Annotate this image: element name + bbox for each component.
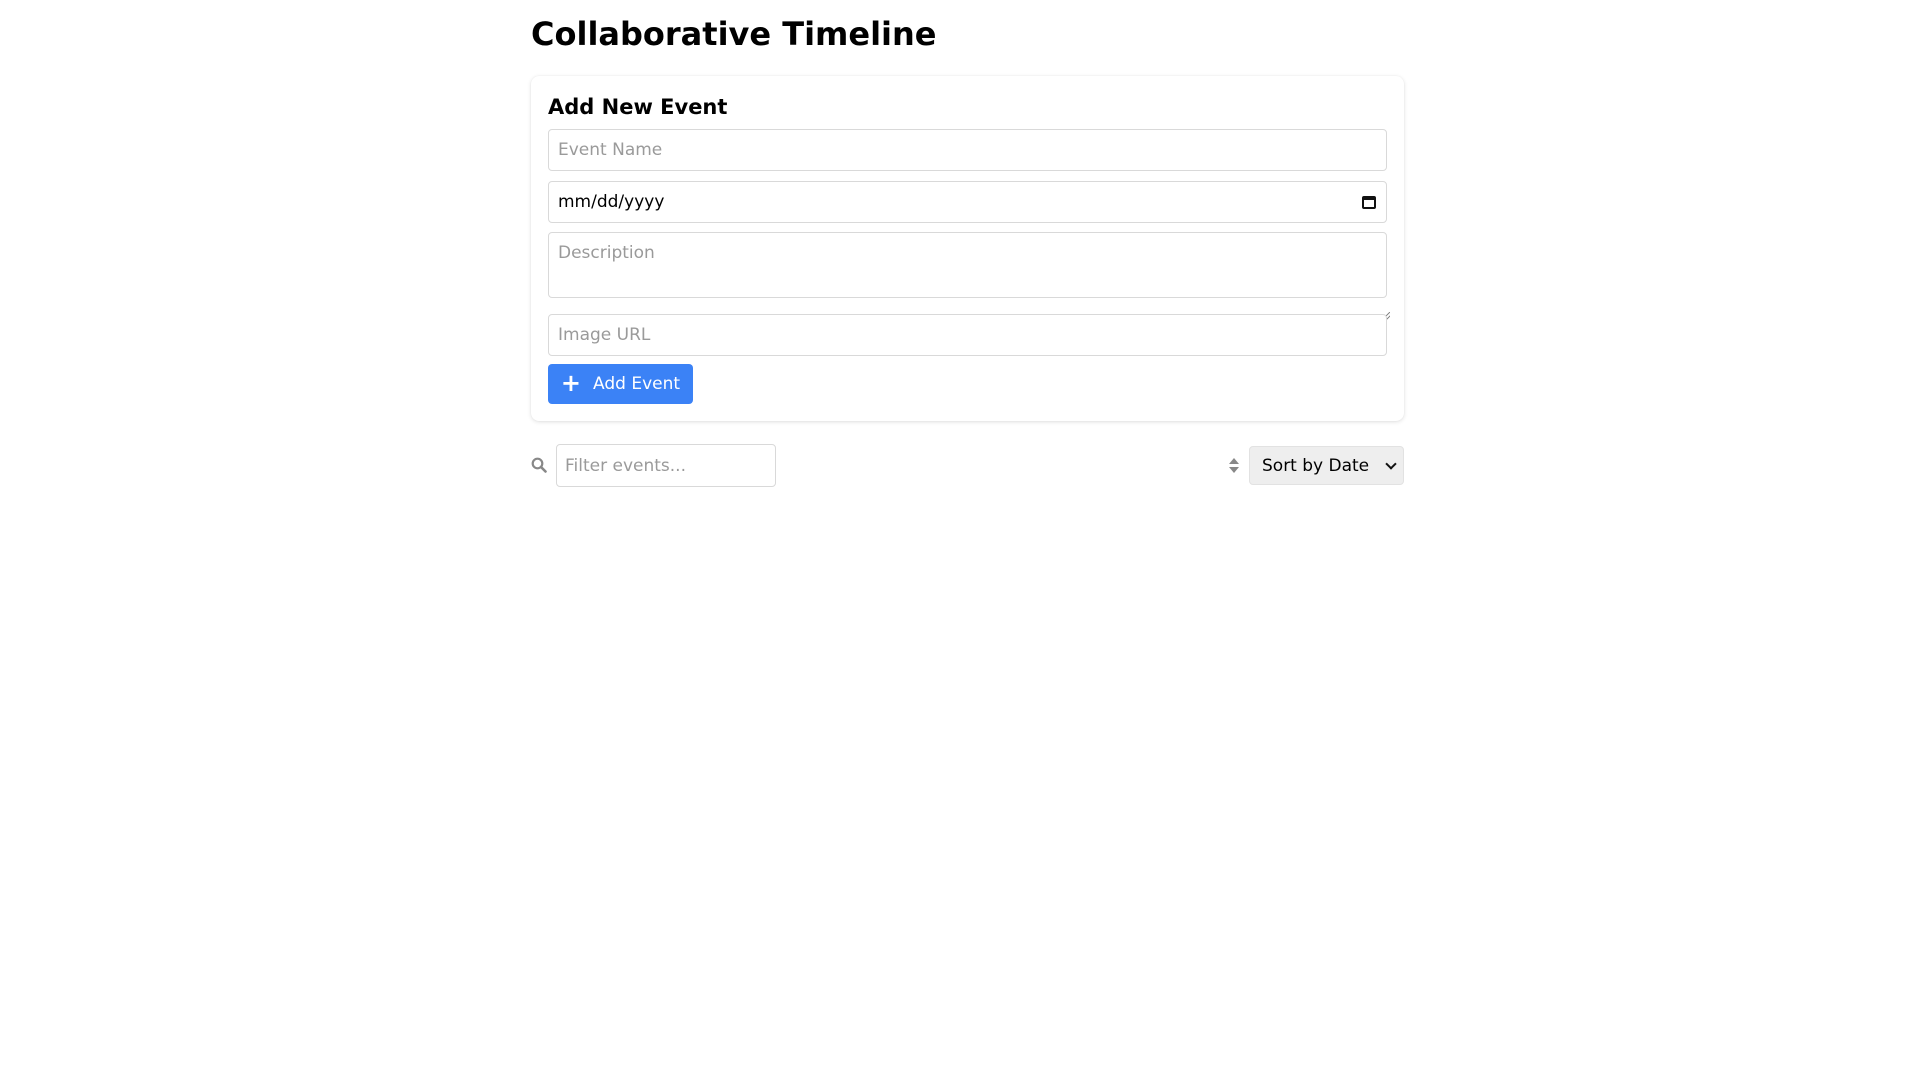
sort-select[interactable]: Sort by Date (1249, 446, 1404, 485)
date-placeholder: mm/dd/yyyy (558, 192, 665, 212)
search-icon (531, 457, 547, 473)
description-textarea[interactable] (548, 232, 1387, 298)
sort-icon (1229, 458, 1239, 473)
filter-events-input[interactable] (556, 444, 776, 487)
add-event-heading: Add New Event (548, 95, 728, 119)
image-url-input[interactable] (548, 314, 1387, 356)
chevron-down-icon (1385, 457, 1397, 470)
event-date-input[interactable]: mm/dd/yyyy (548, 181, 1387, 223)
plus-icon: + (560, 369, 582, 397)
add-event-button-label: Add Event (593, 374, 681, 394)
page-title: Collaborative Timeline (531, 15, 937, 53)
event-name-input[interactable] (548, 129, 1387, 171)
filter-toolbar: Sort by Date (531, 444, 1404, 487)
add-event-card: Add New Event mm/dd/yyyy + Add Event (531, 76, 1404, 421)
add-event-button[interactable]: + Add Event (548, 364, 693, 404)
sort-selected-value: Sort by Date (1262, 455, 1370, 476)
calendar-icon[interactable] (1362, 195, 1376, 209)
